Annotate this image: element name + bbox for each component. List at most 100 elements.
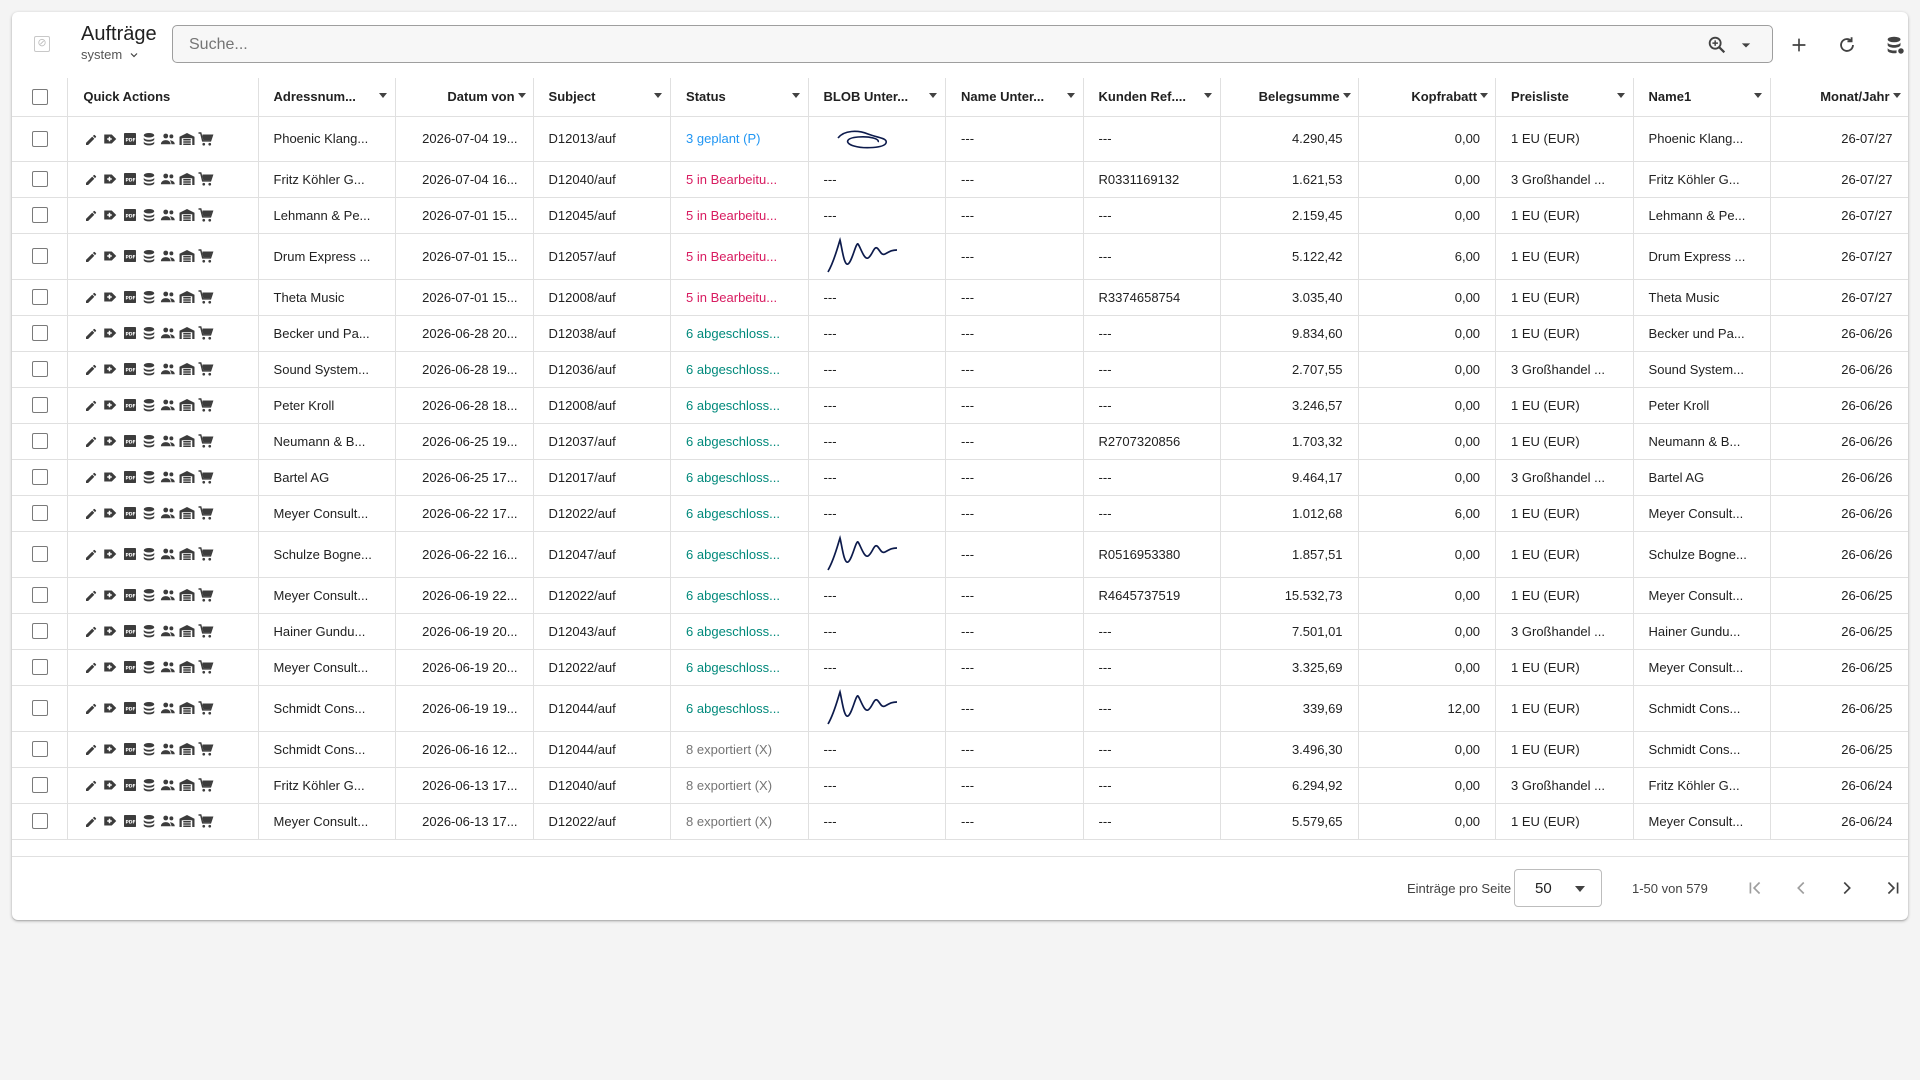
edit-icon[interactable] bbox=[83, 740, 101, 758]
sort-caret-icon[interactable] bbox=[1342, 93, 1351, 98]
edit-icon[interactable] bbox=[83, 288, 101, 306]
table-row[interactable]: PDF Meyer Consult... 2026-06-22 17... D1202… bbox=[12, 495, 1908, 532]
sort-caret-icon[interactable] bbox=[517, 93, 526, 98]
copy-transfer-icon[interactable] bbox=[102, 468, 120, 486]
cart-icon[interactable] bbox=[197, 658, 215, 676]
pdf-icon[interactable]: PDF bbox=[121, 432, 139, 450]
copy-transfer-icon[interactable] bbox=[102, 396, 120, 414]
column-header-6[interactable]: Name Unter... bbox=[945, 78, 1084, 117]
copy-transfer-icon[interactable] bbox=[102, 776, 120, 794]
search-input[interactable] bbox=[187, 26, 1691, 64]
copy-transfer-icon[interactable] bbox=[102, 545, 120, 563]
copy-transfer-icon[interactable] bbox=[102, 206, 120, 224]
users-icon[interactable] bbox=[159, 396, 177, 414]
table-row[interactable]: PDF Schulze Bogne... 2026-06-22 16... D1204… bbox=[12, 531, 1908, 578]
cart-icon[interactable] bbox=[197, 130, 215, 148]
row-checkbox[interactable] bbox=[31, 813, 48, 830]
coins-icon[interactable] bbox=[140, 545, 158, 563]
pdf-icon[interactable]: PDF bbox=[121, 586, 139, 604]
select-all-checkbox[interactable] bbox=[31, 89, 48, 106]
table-row[interactable]: PDF Sound System... 2026-06-28 19... D12036… bbox=[12, 351, 1908, 388]
users-icon[interactable] bbox=[159, 504, 177, 522]
users-icon[interactable] bbox=[159, 622, 177, 640]
column-header-3[interactable]: Subject bbox=[533, 78, 672, 117]
coins-icon[interactable] bbox=[140, 622, 158, 640]
users-icon[interactable] bbox=[159, 206, 177, 224]
users-icon[interactable] bbox=[159, 699, 177, 717]
warehouse-icon[interactable] bbox=[178, 658, 196, 676]
copy-transfer-icon[interactable] bbox=[102, 432, 120, 450]
sort-caret-icon[interactable] bbox=[791, 93, 800, 98]
row-checkbox[interactable] bbox=[31, 777, 48, 794]
coins-icon[interactable] bbox=[140, 468, 158, 486]
cart-icon[interactable] bbox=[197, 396, 215, 414]
row-checkbox[interactable] bbox=[31, 397, 48, 414]
copy-transfer-icon[interactable] bbox=[102, 130, 120, 148]
edit-icon[interactable] bbox=[83, 622, 101, 640]
users-icon[interactable] bbox=[159, 170, 177, 188]
coins-icon[interactable] bbox=[140, 170, 158, 188]
row-checkbox[interactable] bbox=[31, 505, 48, 522]
pdf-icon[interactable]: PDF bbox=[121, 247, 139, 265]
warehouse-icon[interactable] bbox=[178, 468, 196, 486]
cart-icon[interactable] bbox=[197, 432, 215, 450]
row-checkbox[interactable] bbox=[31, 623, 48, 640]
column-header-9[interactable]: Kopfrabatt bbox=[1358, 78, 1497, 117]
edit-icon[interactable] bbox=[83, 586, 101, 604]
pdf-icon[interactable]: PDF bbox=[121, 396, 139, 414]
row-checkbox-cell[interactable] bbox=[12, 315, 69, 352]
table-row[interactable]: PDF Lehmann & Pe... 2026-07-01 15... D12045… bbox=[12, 197, 1908, 234]
table-row[interactable]: PDF Schmidt Cons... 2026-06-16 12... D12044… bbox=[12, 731, 1908, 768]
users-icon[interactable] bbox=[159, 468, 177, 486]
cart-icon[interactable] bbox=[197, 468, 215, 486]
cart-icon[interactable] bbox=[197, 586, 215, 604]
pdf-icon[interactable]: PDF bbox=[121, 812, 139, 830]
next-page-icon[interactable] bbox=[1836, 877, 1858, 899]
first-page-icon[interactable] bbox=[1744, 877, 1766, 899]
warehouse-icon[interactable] bbox=[178, 324, 196, 342]
row-checkbox-cell[interactable] bbox=[12, 387, 69, 424]
row-checkbox[interactable] bbox=[31, 248, 48, 265]
edit-icon[interactable] bbox=[83, 468, 101, 486]
table-row[interactable]: PDF Becker und Pa... 2026-06-28 20... D1203… bbox=[12, 315, 1908, 352]
sort-caret-icon[interactable] bbox=[1754, 93, 1763, 98]
users-icon[interactable] bbox=[159, 776, 177, 794]
edit-icon[interactable] bbox=[83, 545, 101, 563]
cart-icon[interactable] bbox=[197, 740, 215, 758]
column-header-1[interactable]: Adressnum... bbox=[258, 78, 397, 117]
pdf-icon[interactable]: PDF bbox=[121, 776, 139, 794]
table-row[interactable]: PDF Hainer Gundu... 2026-06-19 20... D12043… bbox=[12, 613, 1908, 650]
edit-icon[interactable] bbox=[83, 776, 101, 794]
warehouse-icon[interactable] bbox=[178, 586, 196, 604]
edit-icon[interactable] bbox=[83, 504, 101, 522]
users-icon[interactable] bbox=[159, 740, 177, 758]
warehouse-icon[interactable] bbox=[178, 396, 196, 414]
pdf-icon[interactable]: PDF bbox=[121, 170, 139, 188]
copy-transfer-icon[interactable] bbox=[102, 247, 120, 265]
row-checkbox-cell[interactable] bbox=[12, 577, 69, 614]
coins-icon[interactable] bbox=[140, 288, 158, 306]
previous-page-icon[interactable] bbox=[1790, 877, 1812, 899]
coins-icon[interactable] bbox=[140, 247, 158, 265]
pdf-icon[interactable]: PDF bbox=[121, 699, 139, 717]
warehouse-icon[interactable] bbox=[178, 740, 196, 758]
cart-icon[interactable] bbox=[197, 699, 215, 717]
warehouse-icon[interactable] bbox=[178, 699, 196, 717]
coins-icon[interactable] bbox=[140, 504, 158, 522]
cart-icon[interactable] bbox=[197, 504, 215, 522]
pdf-icon[interactable]: PDF bbox=[121, 740, 139, 758]
row-checkbox[interactable] bbox=[31, 361, 48, 378]
copy-transfer-icon[interactable] bbox=[102, 170, 120, 188]
sort-caret-icon[interactable] bbox=[1480, 93, 1489, 98]
table-row[interactable]: PDF Schmidt Cons... 2026-06-19 19... D12044… bbox=[12, 685, 1908, 732]
cart-icon[interactable] bbox=[197, 288, 215, 306]
edit-icon[interactable] bbox=[83, 812, 101, 830]
copy-transfer-icon[interactable] bbox=[102, 699, 120, 717]
users-icon[interactable] bbox=[159, 324, 177, 342]
row-checkbox-cell[interactable] bbox=[12, 459, 69, 496]
row-checkbox[interactable] bbox=[31, 546, 48, 563]
table-row[interactable]: PDF Bartel AG 2026-06-25 17... D12017/auf 6 … bbox=[12, 459, 1908, 496]
row-checkbox-cell[interactable] bbox=[12, 161, 69, 198]
column-header-12[interactable]: Monat/Jahr bbox=[1770, 78, 1908, 117]
warehouse-icon[interactable] bbox=[178, 288, 196, 306]
